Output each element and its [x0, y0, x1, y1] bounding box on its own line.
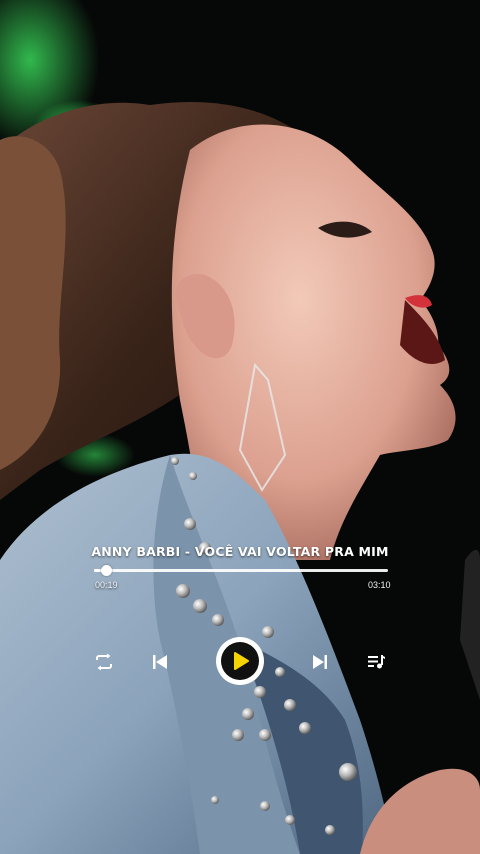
- previous-button[interactable]: [148, 650, 172, 674]
- skip-previous-icon: [153, 655, 167, 669]
- player-overlay: ANNY BARBI - VOCÊ VAI VOLTAR PRA MIM 00:…: [0, 0, 480, 854]
- progress-track: [94, 569, 388, 572]
- play-button-inner: [221, 642, 259, 680]
- queue-button[interactable]: [365, 650, 389, 674]
- total-time: 03:10: [368, 580, 391, 590]
- next-button[interactable]: [308, 650, 332, 674]
- progress-knob[interactable]: [101, 565, 113, 576]
- play-icon: [234, 652, 249, 670]
- elapsed-time: 00:19: [95, 580, 118, 590]
- play-button[interactable]: [216, 637, 264, 685]
- skip-next-icon: [313, 655, 327, 669]
- progress-bar[interactable]: [94, 565, 388, 576]
- repeat-icon: [96, 653, 112, 671]
- playlist-queue-icon: [368, 655, 385, 669]
- repeat-button[interactable]: [91, 650, 117, 674]
- song-title: ANNY BARBI - VOCÊ VAI VOLTAR PRA MIM: [91, 544, 389, 559]
